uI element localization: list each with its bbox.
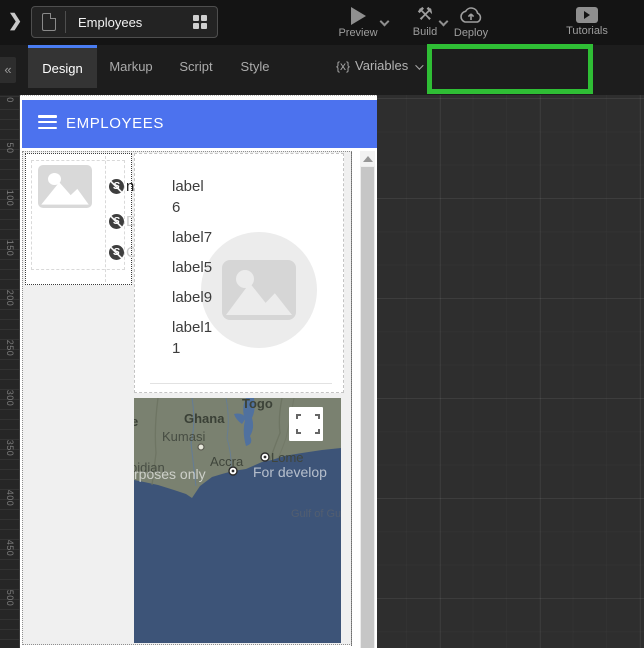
vertical-ruler: 0 50 100 150 200 250 300 350 400 450 500 bbox=[0, 95, 20, 648]
binding-icon: S bbox=[109, 179, 124, 194]
binding-icon: S bbox=[109, 245, 124, 260]
list-field-name[interactable]: S n bbox=[109, 178, 134, 195]
phone-screen-canvas: EMPLOYEES S n S D bbox=[20, 95, 377, 648]
list-item-fields: S n S D S C bbox=[105, 156, 133, 282]
employee-list-item[interactable]: S n S D S C bbox=[25, 153, 132, 285]
detail-labels-column: label 6 label7 label5 label9 label1 1 bbox=[172, 176, 234, 368]
divider bbox=[65, 11, 66, 33]
play-icon bbox=[351, 7, 366, 25]
detail-label[interactable]: label1 1 bbox=[172, 317, 234, 359]
map-label-lome: Lome bbox=[271, 450, 304, 465]
detail-label[interactable]: label9 bbox=[172, 287, 234, 308]
employee-detail-card[interactable]: label 6 label7 label5 label9 label1 1 bbox=[134, 153, 344, 393]
variables-button[interactable]: {x} Variables bbox=[336, 58, 421, 73]
detail-label[interactable]: label7 bbox=[172, 227, 234, 248]
map-label-togo: Togo bbox=[242, 398, 273, 411]
page-content-area: S n S D S C bbox=[22, 151, 352, 645]
ruler-tick: 250 bbox=[5, 339, 15, 357]
list-field-2[interactable]: S D bbox=[109, 213, 137, 230]
canvas-scrollbar[interactable] bbox=[360, 151, 375, 648]
divider bbox=[150, 383, 332, 384]
ruler-tick: 50 bbox=[5, 139, 15, 157]
tab-design-label: Design bbox=[42, 61, 82, 76]
map-watermark-left: rposes only bbox=[134, 466, 206, 482]
variables-label: Variables bbox=[355, 58, 408, 73]
deploy-button[interactable]: Deploy bbox=[440, 4, 502, 39]
tab-markup-label: Markup bbox=[109, 59, 152, 74]
binding-icon: S bbox=[109, 214, 124, 229]
map-label-accra: Accra bbox=[210, 454, 244, 469]
project-tab-employees[interactable]: Employees bbox=[31, 6, 218, 38]
detail-label[interactable]: label5 bbox=[172, 257, 234, 278]
tutorials-button[interactable]: Tutorials bbox=[556, 4, 618, 37]
variables-icon: {x} bbox=[336, 59, 350, 73]
ruler-tick: 500 bbox=[5, 589, 15, 607]
detail-label[interactable]: label 6 bbox=[172, 176, 234, 218]
content-edge-guide bbox=[351, 152, 352, 646]
deploy-label: Deploy bbox=[440, 27, 502, 39]
expand-projects-icon[interactable]: ❯ bbox=[8, 11, 22, 31]
preview-label: Preview bbox=[327, 27, 389, 39]
editor-toolbar: « Design Markup Script Style {x} Variable… bbox=[0, 45, 644, 95]
ruler-tick: 200 bbox=[5, 289, 15, 307]
tab-style-label: Style bbox=[241, 59, 270, 74]
google-map[interactable]: Togo Ghana re Kumasi Accra Lome bidjan r… bbox=[134, 398, 341, 643]
map-label-ghana: Ghana bbox=[184, 411, 225, 426]
tab-style[interactable]: Style bbox=[227, 45, 283, 88]
map-label-partial: re bbox=[134, 414, 138, 429]
tab-script[interactable]: Script bbox=[165, 45, 227, 88]
collapse-panel-icon[interactable]: « bbox=[0, 57, 16, 83]
ruler-tick: 300 bbox=[5, 389, 15, 407]
tutorials-label: Tutorials bbox=[556, 25, 618, 37]
ruler-tick: 0 bbox=[5, 91, 15, 109]
tutorials-video-icon bbox=[576, 7, 598, 23]
map-watermark-right: For develop bbox=[253, 464, 327, 480]
scrollbar-thumb[interactable] bbox=[361, 167, 374, 648]
variables-chevron-icon bbox=[415, 61, 423, 69]
map-label-kumasi: Kumasi bbox=[162, 429, 205, 444]
top-toolbar: ❯ Employees Preview ⚒ Build Deploy Tu bbox=[0, 0, 644, 45]
pages-grid-icon[interactable] bbox=[193, 15, 207, 29]
app-header-bar[interactable]: EMPLOYEES bbox=[22, 100, 377, 148]
ruler-tick: 150 bbox=[5, 239, 15, 257]
menu-icon[interactable] bbox=[38, 115, 57, 129]
map-label-gulf: Gulf of Gui bbox=[291, 508, 341, 520]
tab-markup[interactable]: Markup bbox=[97, 45, 165, 88]
map-fullscreen-button[interactable] bbox=[289, 407, 323, 441]
project-tab-label: Employees bbox=[78, 15, 193, 30]
tab-script-label: Script bbox=[179, 59, 212, 74]
ruler-tick: 350 bbox=[5, 439, 15, 457]
list-image-placeholder[interactable] bbox=[38, 165, 92, 208]
list-field-3[interactable]: S C bbox=[109, 244, 137, 261]
ide-window: ❯ Employees Preview ⚒ Build Deploy Tu bbox=[0, 0, 644, 648]
tab-design[interactable]: Design bbox=[28, 45, 97, 88]
deploy-cloud-icon bbox=[458, 5, 484, 25]
page-file-icon bbox=[42, 13, 56, 31]
ruler-tick: 400 bbox=[5, 489, 15, 507]
ruler-tick: 450 bbox=[5, 539, 15, 557]
app-header-title: EMPLOYEES bbox=[66, 115, 164, 132]
scroll-up-icon[interactable] bbox=[360, 151, 375, 166]
ruler-tick: 100 bbox=[5, 189, 15, 207]
